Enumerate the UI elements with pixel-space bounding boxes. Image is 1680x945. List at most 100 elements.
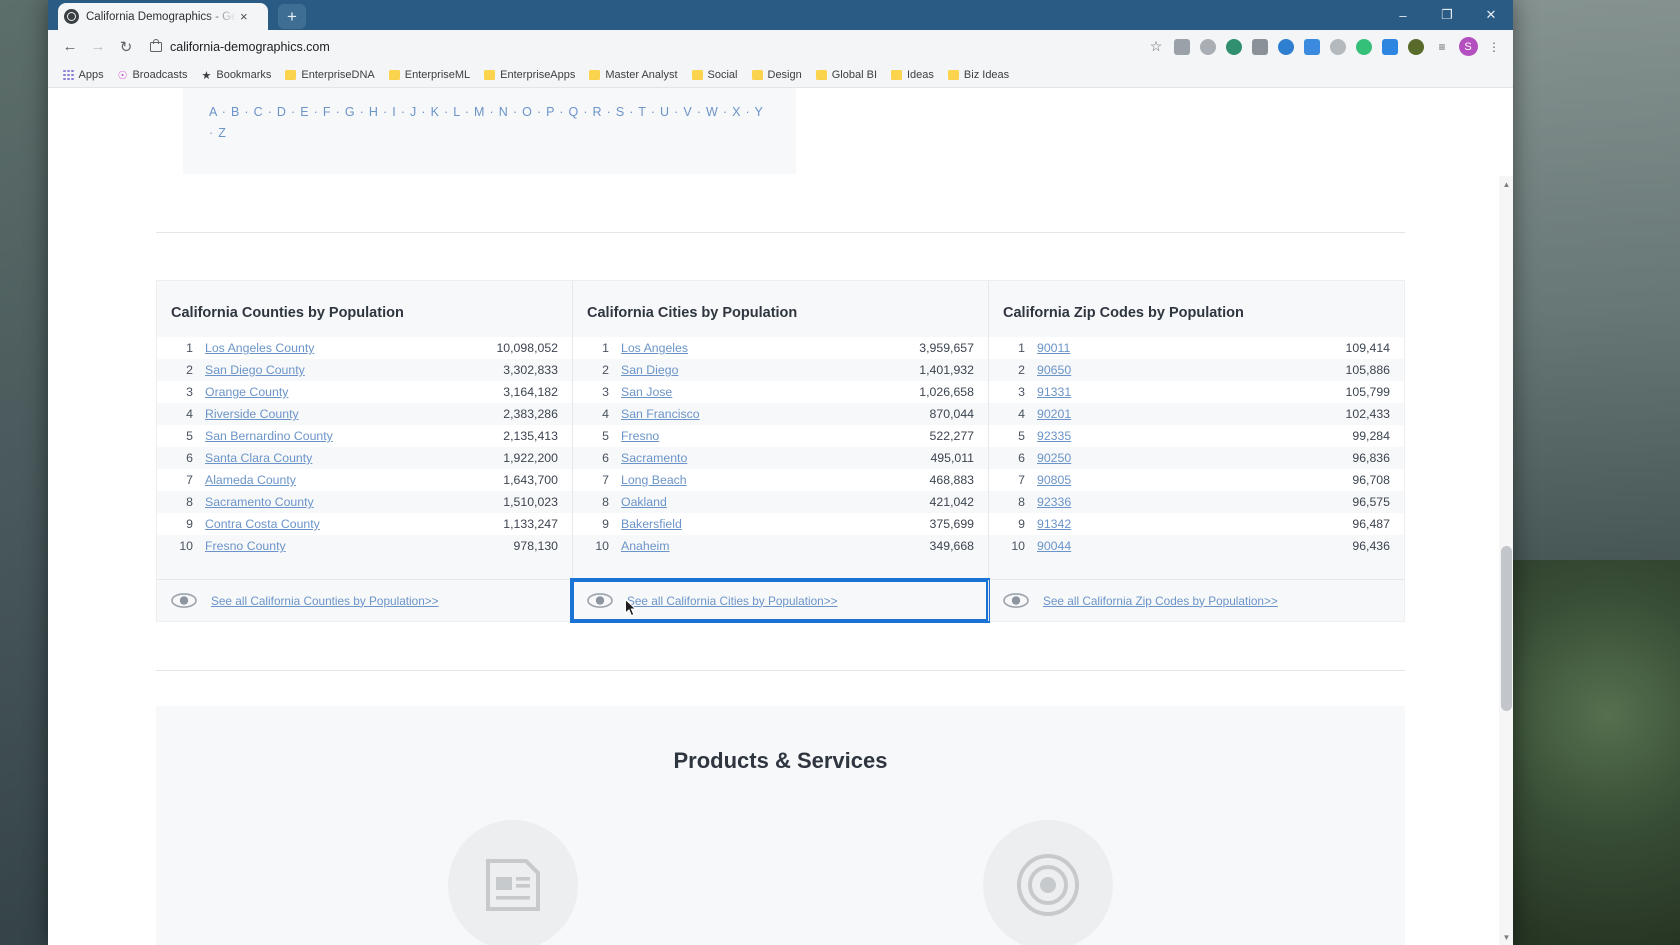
row-name-link[interactable]: 90011 xyxy=(1037,341,1070,355)
vertical-scrollbar[interactable]: ▲ ▼ xyxy=(1499,176,1513,945)
row-name-link[interactable]: 91342 xyxy=(1037,517,1071,531)
row-name-link[interactable]: Riverside County xyxy=(205,407,299,421)
target-icon-circle[interactable] xyxy=(982,820,1113,945)
row-name-link[interactable]: Los Angeles xyxy=(621,341,688,355)
bookmark-ideas[interactable]: Ideas xyxy=(886,67,939,83)
row-name-link[interactable]: Santa Clara County xyxy=(205,451,312,465)
row-name-link[interactable]: San Francisco xyxy=(621,407,700,421)
bookmark-apps[interactable]: Apps xyxy=(58,67,109,83)
browser-tab[interactable]: California Demographics - Get C × xyxy=(58,3,268,30)
table-row: 1 90011 109,414 xyxy=(989,337,1404,359)
reload-button[interactable]: ↻ xyxy=(112,33,140,61)
row-name-link[interactable]: 90201 xyxy=(1037,407,1071,421)
new-tab-button[interactable]: + xyxy=(278,4,306,29)
bookmark-broadcasts[interactable]: ☉ Broadcasts xyxy=(113,67,193,84)
bookmark-social[interactable]: Social xyxy=(687,67,743,83)
row-name-link[interactable]: Alameda County xyxy=(205,473,296,487)
row-population-value: 1,510,023 xyxy=(503,495,558,509)
extension-whatsapp-icon[interactable] xyxy=(1223,36,1245,58)
extension-moon-icon[interactable] xyxy=(1275,36,1297,58)
scroll-down-arrow[interactable]: ▼ xyxy=(1501,931,1512,943)
row-name-link[interactable]: 90805 xyxy=(1037,473,1071,487)
bookmark-label: Global BI xyxy=(831,69,877,81)
row-name-link[interactable]: Orange County xyxy=(205,385,288,399)
back-button[interactable]: ← xyxy=(56,33,84,61)
see-all-zipcodes-cell[interactable]: See all California Zip Codes by Populati… xyxy=(988,580,1404,621)
row-name-link[interactable]: Anaheim xyxy=(621,539,670,553)
row-name-link[interactable]: 91331 xyxy=(1037,385,1071,399)
reports-icon-circle[interactable] xyxy=(448,820,579,945)
table-row: 1 Los Angeles 3,959,657 xyxy=(573,337,988,359)
bookmark-bookmarks[interactable]: ★ Bookmarks xyxy=(196,67,276,84)
see-all-counties-cell[interactable]: See all California Counties by Populatio… xyxy=(157,580,572,621)
close-icon[interactable]: × xyxy=(240,10,248,23)
avatar[interactable]: S xyxy=(1457,36,1479,58)
row-name-link[interactable]: 90250 xyxy=(1037,451,1071,465)
see-all-cities-cell[interactable]: See all California Cities by Population>… xyxy=(570,578,990,623)
alphabet-links[interactable]: A · B · C · D · E · F · G · H · I · J · … xyxy=(209,102,770,144)
row-name-link[interactable]: Fresno County xyxy=(205,539,286,553)
row-name-link[interactable]: San Diego xyxy=(621,363,678,377)
row-name-link[interactable]: 92335 xyxy=(1037,429,1071,443)
reading-list-icon[interactable]: ≡ xyxy=(1431,36,1453,58)
row-name-cell: Fresno County xyxy=(205,535,436,557)
row-name-link[interactable]: 90044 xyxy=(1037,539,1071,553)
row-name-link[interactable]: San Diego County xyxy=(205,363,305,377)
bookmark-design[interactable]: Design xyxy=(747,67,807,83)
row-rank: 8 xyxy=(602,495,609,509)
address-bar[interactable]: california-demographics.com xyxy=(140,35,1145,59)
row-population-value: 102,433 xyxy=(1345,407,1390,421)
row-rank: 6 xyxy=(1018,451,1025,465)
row-name-link[interactable]: Los Angeles County xyxy=(205,341,314,355)
see-all-zipcodes-link[interactable]: See all California Zip Codes by Populati… xyxy=(1043,594,1278,608)
overflow-menu-icon[interactable]: ⋮ xyxy=(1483,36,1505,58)
folder-icon xyxy=(285,70,297,80)
scrollbar-thumb[interactable] xyxy=(1501,546,1512,711)
row-name-link[interactable]: Long Beach xyxy=(621,473,687,487)
row-name-cell: 91342 xyxy=(1037,513,1172,535)
bookmark-enterpriseapps[interactable]: EnterpriseApps xyxy=(479,67,580,83)
row-name-link[interactable]: Sacramento County xyxy=(205,495,314,509)
extension-olive-icon[interactable] xyxy=(1405,36,1427,58)
row-population-value: 375,699 xyxy=(929,517,974,531)
globe-icon xyxy=(64,9,79,24)
extension-gray-circle-icon[interactable] xyxy=(1327,36,1349,58)
row-name-cell: Orange County xyxy=(205,381,436,403)
row-name-cell: 91331 xyxy=(1037,381,1172,403)
row-name-link[interactable]: San Jose xyxy=(621,385,672,399)
bookmark-master-analyst[interactable]: Master Analyst xyxy=(584,67,682,83)
scroll-up-arrow[interactable]: ▲ xyxy=(1501,178,1512,190)
table-row: 10 90044 96,436 xyxy=(989,535,1404,557)
bookmark-enterprisedna[interactable]: EnterpriseDNA xyxy=(280,67,379,83)
maximize-icon[interactable]: ❐ xyxy=(1425,0,1469,30)
row-name-link[interactable]: Bakersfield xyxy=(621,517,682,531)
extension-screenshot-icon[interactable] xyxy=(1171,36,1193,58)
row-name-link[interactable]: Contra Costa County xyxy=(205,517,320,531)
extension-refresh-green-icon[interactable] xyxy=(1353,36,1375,58)
row-population-value: 1,133,247 xyxy=(503,517,558,531)
table-row: 8 Sacramento County 1,510,023 xyxy=(157,491,572,513)
table-row: 9 Bakersfield 375,699 xyxy=(573,513,988,535)
table-row: 9 91342 96,487 xyxy=(989,513,1404,535)
row-name-link[interactable]: San Bernardino County xyxy=(205,429,333,443)
bookmark-star-icon[interactable]: ☆ xyxy=(1145,36,1167,58)
row-name-cell: Anaheim xyxy=(621,535,817,557)
row-name-link[interactable]: Oakland xyxy=(621,495,667,509)
extension-library-icon[interactable] xyxy=(1249,36,1271,58)
bookmark-biz-ideas[interactable]: Biz Ideas xyxy=(943,67,1014,83)
minimize-icon[interactable]: – xyxy=(1381,0,1425,30)
extension-key-icon[interactable] xyxy=(1379,36,1401,58)
close-window-icon[interactable]: ✕ xyxy=(1469,0,1513,30)
row-population-value: 870,044 xyxy=(929,407,974,421)
row-name-link[interactable]: 92336 xyxy=(1037,495,1071,509)
see-all-cities-link[interactable]: See all California Cities by Population>… xyxy=(627,594,838,608)
row-name-link[interactable]: Sacramento xyxy=(621,451,687,465)
row-name-link[interactable]: 90650 xyxy=(1037,363,1071,377)
see-all-counties-link[interactable]: See all California Counties by Populatio… xyxy=(211,594,439,608)
bookmark-enterpriseml[interactable]: EnterpriseML xyxy=(384,67,475,83)
bookmark-global-bi[interactable]: Global BI xyxy=(811,67,882,83)
extension-window-icon[interactable] xyxy=(1301,36,1323,58)
row-name-link[interactable]: Fresno xyxy=(621,429,659,443)
forward-button[interactable]: → xyxy=(84,33,112,61)
extension-skype-icon[interactable] xyxy=(1197,36,1219,58)
